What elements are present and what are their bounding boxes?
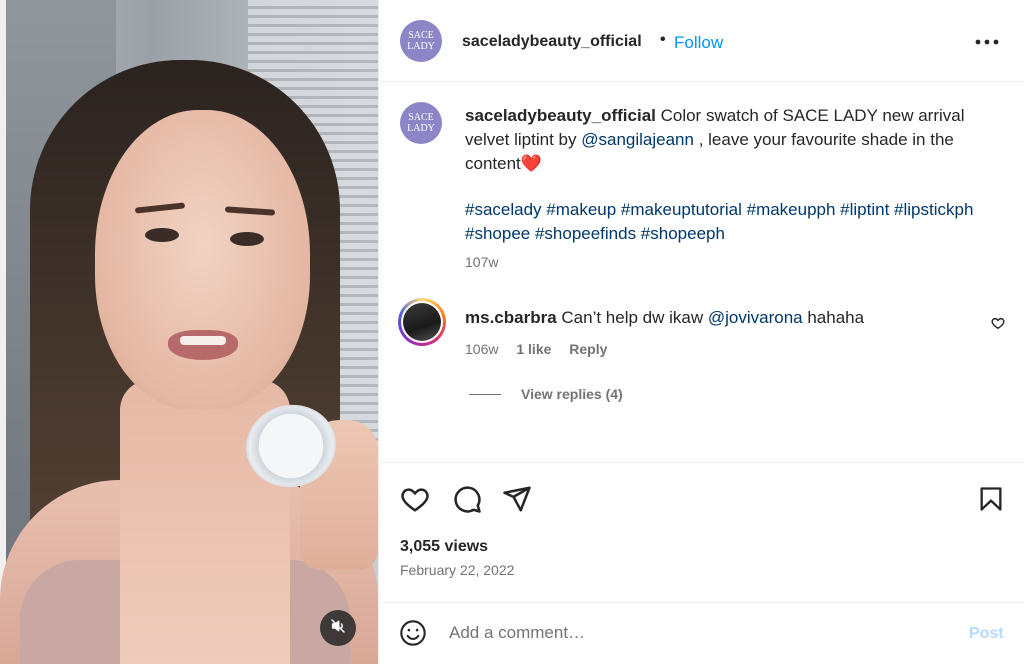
left-eye [145, 228, 179, 242]
right-eye [230, 232, 264, 246]
author-username[interactable]: saceladybeauty_official [462, 33, 642, 51]
save-button[interactable] [975, 483, 1007, 515]
follow-button[interactable]: Follow [674, 33, 723, 53]
comment-text: ms.cbarbra Can’t help dw ikaw @jovivaron… [465, 308, 864, 328]
replies-divider-line [469, 393, 501, 395]
share-button[interactable] [501, 483, 533, 515]
muted-speaker-icon [330, 618, 346, 639]
comment-icon [454, 486, 481, 513]
comment-likes[interactable]: 1 like [516, 341, 551, 357]
reply-button[interactable]: Reply [569, 341, 607, 357]
brand-avatar[interactable]: SACE LADY [400, 20, 442, 62]
commenter-username[interactable]: ms.cbarbra [465, 308, 557, 327]
comment-mention[interactable]: @jovivarona [708, 308, 803, 327]
post-video[interactable] [0, 0, 378, 664]
comment-body-2: hahaha [802, 308, 865, 327]
view-replies-label: View replies (4) [521, 386, 623, 402]
separator-dot: • [660, 31, 666, 48]
paper-plane-icon [503, 486, 531, 512]
mute-button[interactable] [320, 610, 356, 646]
comment-input[interactable] [449, 617, 949, 649]
post-details-panel: SACE LADY saceladybeauty_official • Foll… [378, 0, 1024, 664]
heart-emoji: ❤️ [520, 154, 542, 173]
brand-logo-text-line1: SACE [408, 30, 434, 41]
like-button[interactable] [399, 483, 431, 515]
post-actions-bar [379, 462, 1024, 534]
person-face [95, 110, 310, 410]
more-options-button[interactable] [975, 32, 999, 50]
caption-logo-text-line2: LADY [407, 123, 435, 134]
brand-logo-text-line2: LADY [407, 41, 435, 52]
heart-icon [991, 317, 1005, 330]
caption-brand-avatar[interactable]: SACE LADY [400, 102, 442, 144]
caption-mention[interactable]: @sangilajeann [581, 130, 694, 149]
caption-text: saceladybeauty_official Color swatch of … [465, 104, 1005, 176]
bookmark-icon [980, 487, 1002, 511]
heart-icon [401, 488, 429, 512]
commenter-avatar[interactable] [398, 298, 446, 346]
comment-meta: 106w 1 like Reply [465, 341, 621, 357]
comment-body-1: Can’t help dw ikaw [556, 308, 708, 327]
post-date: February 22, 2022 [400, 562, 515, 578]
post-header: SACE LADY saceladybeauty_official • Foll… [379, 0, 1024, 82]
add-comment-bar: Post [379, 602, 1024, 664]
caption-hashtags[interactable]: #sacelady #makeup #makeuptutorial #makeu… [465, 198, 1005, 246]
comment-age: 106w [465, 341, 499, 357]
emoji-picker-button[interactable] [399, 619, 427, 652]
mouth [168, 330, 238, 360]
comment-button[interactable] [451, 483, 483, 515]
caption-logo-text-line1: SACE [408, 112, 434, 123]
caption-author[interactable]: saceladybeauty_official [465, 106, 656, 125]
caption-age: 107w [465, 254, 499, 270]
smiley-icon [400, 620, 426, 646]
view-count[interactable]: 3,055 views [400, 538, 488, 556]
comment-like-button[interactable] [991, 316, 1005, 335]
view-replies-button[interactable]: View replies (4) [469, 386, 623, 402]
more-options-icon [975, 39, 999, 45]
comment-item: ms.cbarbra Can’t help dw ikaw @jovivaron… [379, 296, 1024, 366]
post-comment-button[interactable]: Post [969, 625, 1004, 643]
